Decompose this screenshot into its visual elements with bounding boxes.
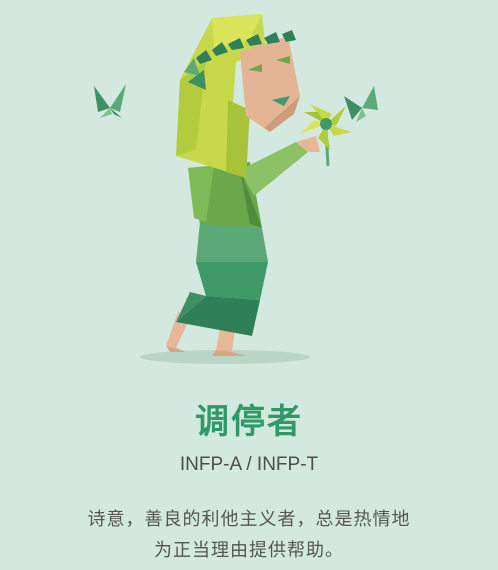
butterfly-icon bbox=[94, 84, 126, 118]
personality-title: 调停者 bbox=[195, 402, 303, 442]
personality-code: INFP-A / INFP-T bbox=[179, 454, 319, 475]
mediator-illustration bbox=[94, 14, 378, 364]
butterfly-icon bbox=[344, 86, 378, 122]
description-line-1: 诗意，善良的利他主义者，总是热情地 bbox=[87, 509, 411, 530]
flower-icon bbox=[300, 104, 352, 167]
description-line-2: 为正当理由提供帮助。 bbox=[154, 540, 344, 561]
